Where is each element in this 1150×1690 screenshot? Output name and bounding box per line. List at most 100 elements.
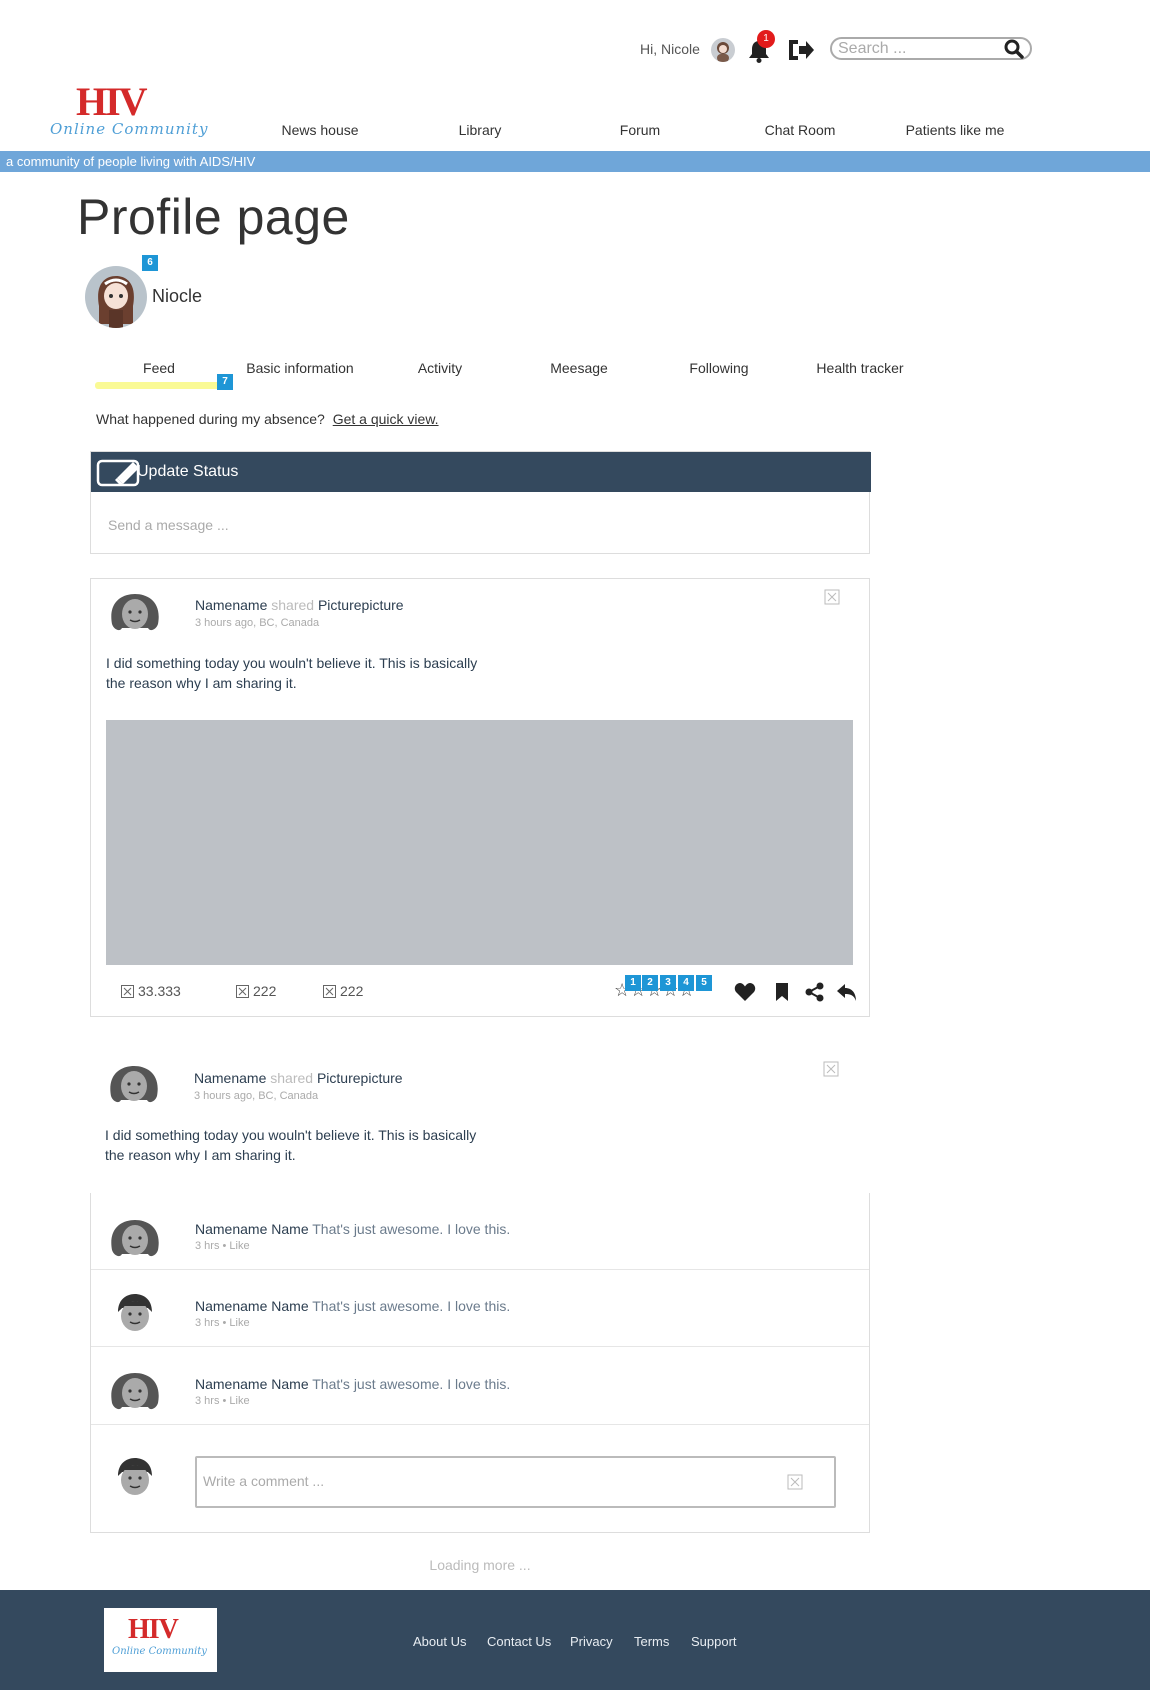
tab-health-tracker[interactable]: Health tracker bbox=[790, 360, 930, 376]
tab-badge: 7 bbox=[217, 374, 233, 390]
attach-icon[interactable] bbox=[787, 1474, 803, 1490]
post-text: I did something today you wouln't believ… bbox=[106, 655, 478, 691]
rating-badge-3: 3 bbox=[660, 975, 676, 991]
update-status-header: Update Status bbox=[91, 452, 871, 492]
update-status-card: Update Status bbox=[90, 451, 871, 554]
profile-avatar[interactable] bbox=[85, 266, 147, 328]
update-status-title: Update Status bbox=[137, 463, 239, 480]
search-input[interactable] bbox=[838, 40, 998, 58]
post-object[interactable]: Picturepicture bbox=[317, 1070, 403, 1086]
tagline-text: a community of people living with AIDS/H… bbox=[6, 154, 256, 169]
profile-name: Niocle bbox=[152, 286, 203, 306]
comment-meta: 3 hrs • Like bbox=[195, 1317, 250, 1329]
post-object[interactable]: Picturepicture bbox=[318, 597, 404, 613]
logo-subtitle: Online Community bbox=[50, 120, 209, 138]
comment-body: That's just awesome. I love this. bbox=[312, 1298, 511, 1314]
comment-line: Namename Name That's just awesome. I lov… bbox=[195, 1221, 510, 1237]
comment-item: Namename Name That's just awesome. I lov… bbox=[91, 1348, 869, 1425]
status-message-input[interactable] bbox=[108, 517, 808, 533]
footer-privacy[interactable]: Privacy bbox=[570, 1634, 613, 1649]
footer-logo-subtitle: Online Community bbox=[112, 1646, 207, 1657]
reply-icon[interactable] bbox=[836, 982, 858, 1002]
comment-item: Namename Name That's just awesome. I lov… bbox=[91, 1270, 869, 1347]
loading-more[interactable]: Loading more ... bbox=[380, 1557, 580, 1573]
post-options-icon[interactable] bbox=[824, 589, 840, 605]
stat-views-value: 33.333 bbox=[138, 983, 181, 999]
post-image[interactable] bbox=[106, 720, 853, 965]
rating-badge-5: 5 bbox=[696, 975, 712, 991]
comment-line: Namename Name That's just awesome. I lov… bbox=[195, 1298, 510, 1314]
comment-item: Namename Name That's just awesome. I lov… bbox=[91, 1193, 869, 1270]
tab-basic-information[interactable]: Basic information bbox=[230, 360, 370, 376]
post-author-line: Namename shared Picturepicture bbox=[194, 1070, 403, 1086]
notification-count-badge: 1 bbox=[757, 30, 775, 48]
author-avatar-icon[interactable] bbox=[108, 592, 162, 634]
comment-meta: 3 hrs • Like bbox=[195, 1395, 250, 1407]
comment-box[interactable] bbox=[195, 1456, 836, 1508]
bookmark-icon[interactable] bbox=[771, 982, 793, 1002]
post-verb: shared bbox=[271, 597, 315, 613]
tagline-bar: a community of people living with AIDS/H… bbox=[0, 151, 1150, 172]
search-icon[interactable] bbox=[1004, 39, 1024, 59]
footer-support[interactable]: Support bbox=[691, 1634, 737, 1649]
footer: HIV Online Community About Us Contact Us… bbox=[0, 1590, 1150, 1690]
page-title: Profile page bbox=[77, 189, 350, 245]
rating-badge-4: 4 bbox=[678, 975, 694, 991]
current-user-avatar-icon bbox=[118, 1458, 152, 1495]
comment-author[interactable]: Namename Name bbox=[195, 1221, 309, 1237]
post-meta: 3 hours ago, BC, Canada bbox=[194, 1090, 319, 1102]
quick-view-line: What happened during my absence? Get a q… bbox=[96, 411, 439, 427]
nav-chat-room[interactable]: Chat Room bbox=[730, 122, 870, 138]
footer-terms[interactable]: Terms bbox=[634, 1634, 669, 1649]
user-avatar[interactable] bbox=[711, 38, 735, 62]
commenter-avatar-icon[interactable] bbox=[108, 1218, 162, 1260]
comment-meta: 3 hrs • Like bbox=[195, 1240, 250, 1252]
footer-logo[interactable]: HIV Online Community bbox=[104, 1608, 217, 1672]
nav-news-house[interactable]: News house bbox=[250, 122, 390, 138]
comments-section: Namename Name That's just awesome. I lov… bbox=[90, 1193, 870, 1533]
commenter-avatar-icon[interactable] bbox=[108, 1292, 162, 1334]
comment-line: Namename Name That's just awesome. I lov… bbox=[195, 1376, 510, 1392]
search-box[interactable] bbox=[830, 37, 1032, 60]
stat-likes: 222 bbox=[236, 983, 276, 999]
quick-view-link[interactable]: Get a quick view. bbox=[333, 411, 439, 427]
nav-patients-like-me[interactable]: Patients like me bbox=[885, 122, 1025, 138]
comments-icon bbox=[323, 985, 336, 998]
commenter-avatar-icon[interactable] bbox=[108, 1371, 162, 1413]
active-tab-indicator bbox=[95, 382, 220, 389]
post-card: Namename shared Picturepicture 3 hours a… bbox=[90, 1048, 870, 1193]
stat-views: 33.333 bbox=[121, 983, 181, 999]
rating-badge-2: 2 bbox=[642, 975, 658, 991]
footer-contact-us[interactable]: Contact Us bbox=[487, 1634, 551, 1649]
nav-forum[interactable]: Forum bbox=[570, 122, 710, 138]
logout-icon[interactable] bbox=[786, 37, 816, 63]
post-author-name[interactable]: Namename bbox=[195, 597, 267, 613]
comment-author[interactable]: Namename Name bbox=[195, 1376, 309, 1392]
comment-input[interactable] bbox=[203, 1473, 763, 1489]
post-author-line: Namename shared Picturepicture bbox=[195, 597, 404, 613]
post-text: I did something today you wouln't believ… bbox=[105, 1127, 477, 1163]
tab-activity[interactable]: Activity bbox=[370, 360, 510, 376]
tab-message[interactable]: Meesage bbox=[509, 360, 649, 376]
tab-feed[interactable]: Feed bbox=[89, 360, 229, 376]
heart-icon[interactable] bbox=[734, 982, 756, 1002]
comment-body: That's just awesome. I love this. bbox=[312, 1221, 511, 1237]
tab-following[interactable]: Following bbox=[649, 360, 789, 376]
logo-mark: HIV bbox=[76, 79, 148, 124]
stat-comments: 222 bbox=[323, 983, 363, 999]
nav-library[interactable]: Library bbox=[410, 122, 550, 138]
greeting-text: Hi, Nicole bbox=[640, 41, 700, 57]
post-verb: shared bbox=[270, 1070, 314, 1086]
footer-logo-mark: HIV bbox=[128, 1614, 179, 1645]
share-icon[interactable] bbox=[804, 982, 826, 1002]
post-card: Namename shared Picturepicture 3 hours a… bbox=[90, 578, 870, 1017]
footer-about-us[interactable]: About Us bbox=[413, 1634, 466, 1649]
post-options-icon[interactable] bbox=[823, 1061, 839, 1077]
site-logo[interactable]: HIV Online Community bbox=[48, 78, 207, 140]
comment-author[interactable]: Namename Name bbox=[195, 1298, 309, 1314]
rating-badge-1: 1 bbox=[625, 975, 641, 991]
post-author-name[interactable]: Namename bbox=[194, 1070, 266, 1086]
post-meta: 3 hours ago, BC, Canada bbox=[195, 617, 320, 629]
author-avatar-icon[interactable] bbox=[107, 1064, 161, 1106]
views-icon bbox=[121, 985, 134, 998]
